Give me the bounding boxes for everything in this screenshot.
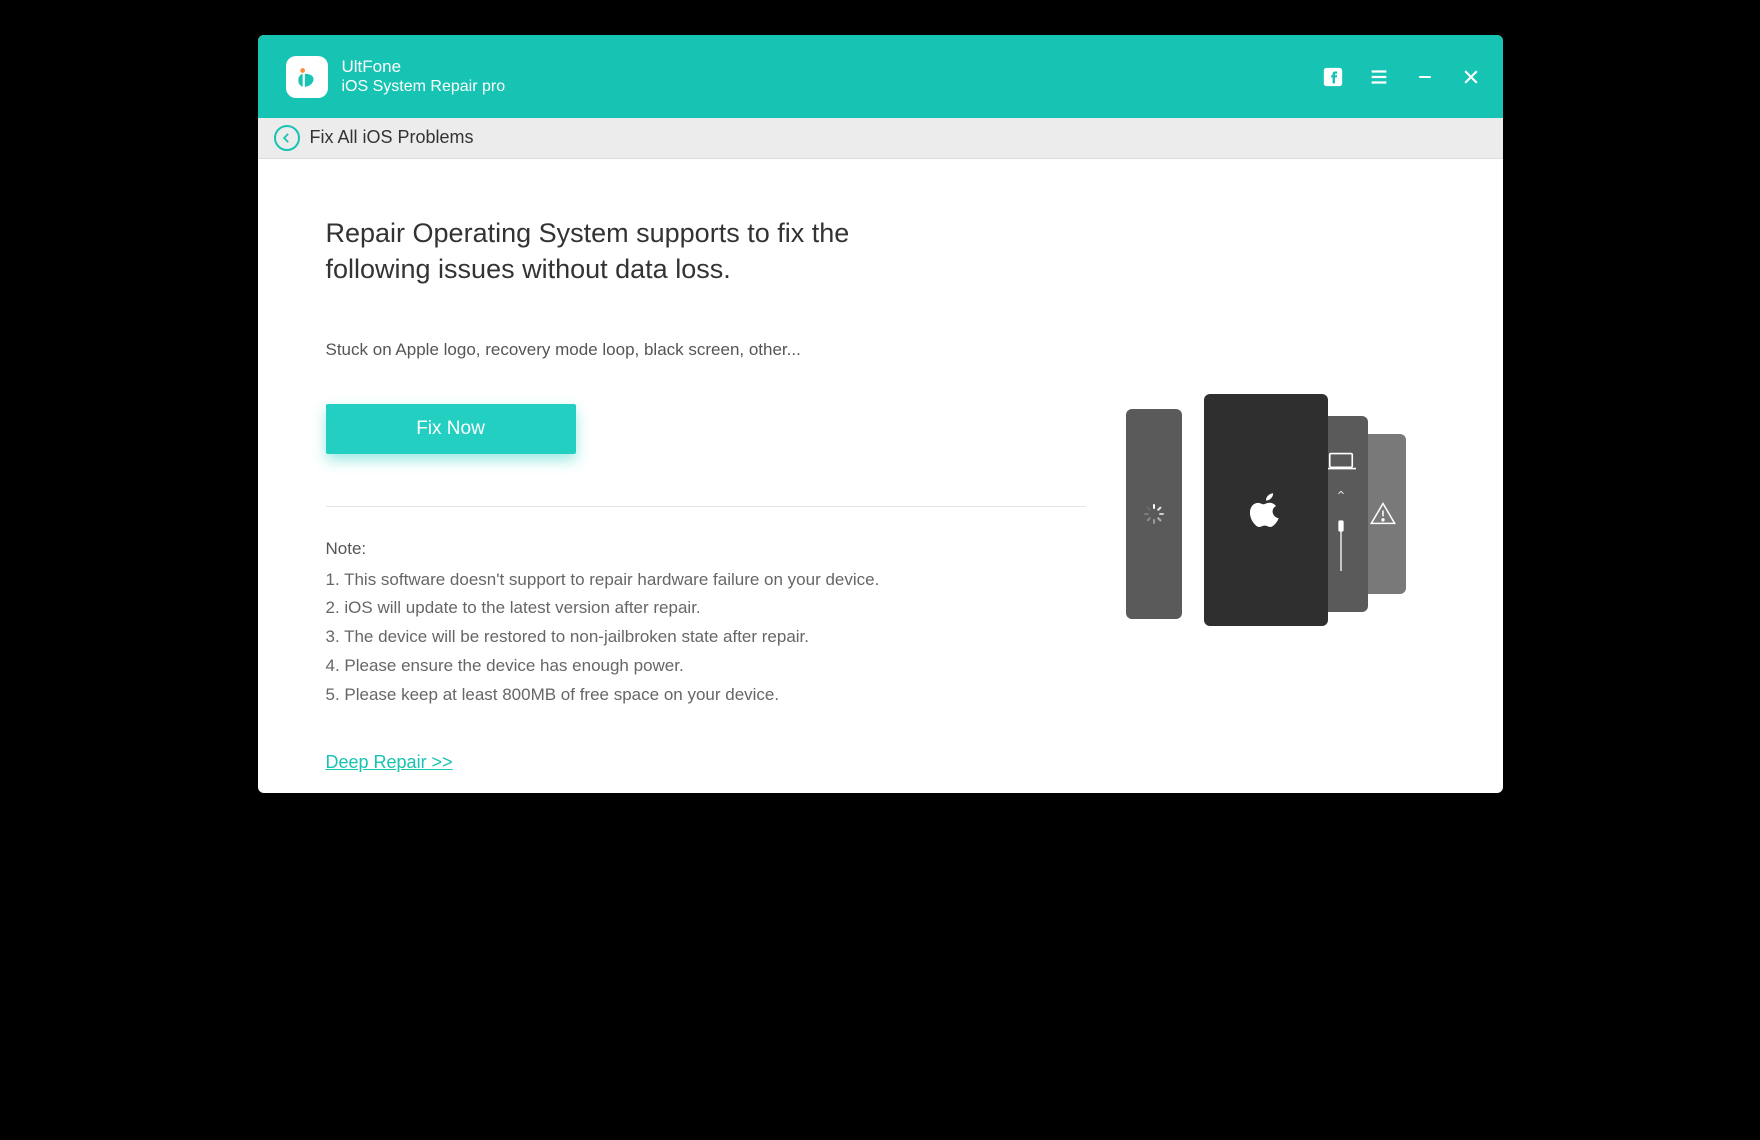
menu-icon[interactable] — [1367, 65, 1391, 89]
fix-now-button[interactable]: Fix Now — [326, 404, 576, 454]
left-column: Repair Operating System supports to fix … — [326, 215, 1086, 773]
note-line: 3. The device will be restored to non-ja… — [326, 623, 1086, 652]
brand-text: UltFone iOS System Repair pro — [342, 57, 506, 97]
divider — [326, 506, 1086, 507]
note-line: 2. iOS will update to the latest version… — [326, 594, 1086, 623]
phone-stack-illustration — [1126, 394, 1406, 634]
close-button[interactable] — [1459, 65, 1483, 89]
brand-logo-icon — [286, 56, 328, 98]
brand-name: UltFone — [342, 57, 506, 77]
facebook-icon[interactable] — [1321, 65, 1345, 89]
phone-loading-icon — [1126, 409, 1182, 619]
deep-repair-link[interactable]: Deep Repair >> — [326, 752, 453, 773]
breadcrumb-bar: Fix All iOS Problems — [258, 118, 1503, 159]
brand-subtitle: iOS System Repair pro — [342, 77, 506, 96]
issue-subtext: Stuck on Apple logo, recovery mode loop,… — [326, 340, 1086, 360]
note-line: 4. Please ensure the device has enough p… — [326, 652, 1086, 681]
illustration-column — [1086, 215, 1446, 773]
breadcrumb-label: Fix All iOS Problems — [310, 127, 474, 148]
note-heading: Note: — [326, 535, 1086, 564]
app-window: UltFone iOS System Repair pro Fix All iO… — [258, 35, 1503, 793]
titlebar: UltFone iOS System Repair pro — [258, 35, 1503, 118]
note-line: 1. This software doesn't support to repa… — [326, 566, 1086, 595]
window-controls — [1321, 65, 1483, 89]
minimize-button[interactable] — [1413, 65, 1437, 89]
phone-apple-logo-icon — [1204, 394, 1328, 626]
note-line: 5. Please keep at least 800MB of free sp… — [326, 681, 1086, 710]
content-area: Repair Operating System supports to fix … — [258, 159, 1503, 793]
note-block: Note: 1. This software doesn't support t… — [326, 535, 1086, 710]
brand: UltFone iOS System Repair pro — [286, 56, 506, 98]
page-heading: Repair Operating System supports to fix … — [326, 215, 926, 288]
back-button[interactable] — [274, 125, 300, 151]
